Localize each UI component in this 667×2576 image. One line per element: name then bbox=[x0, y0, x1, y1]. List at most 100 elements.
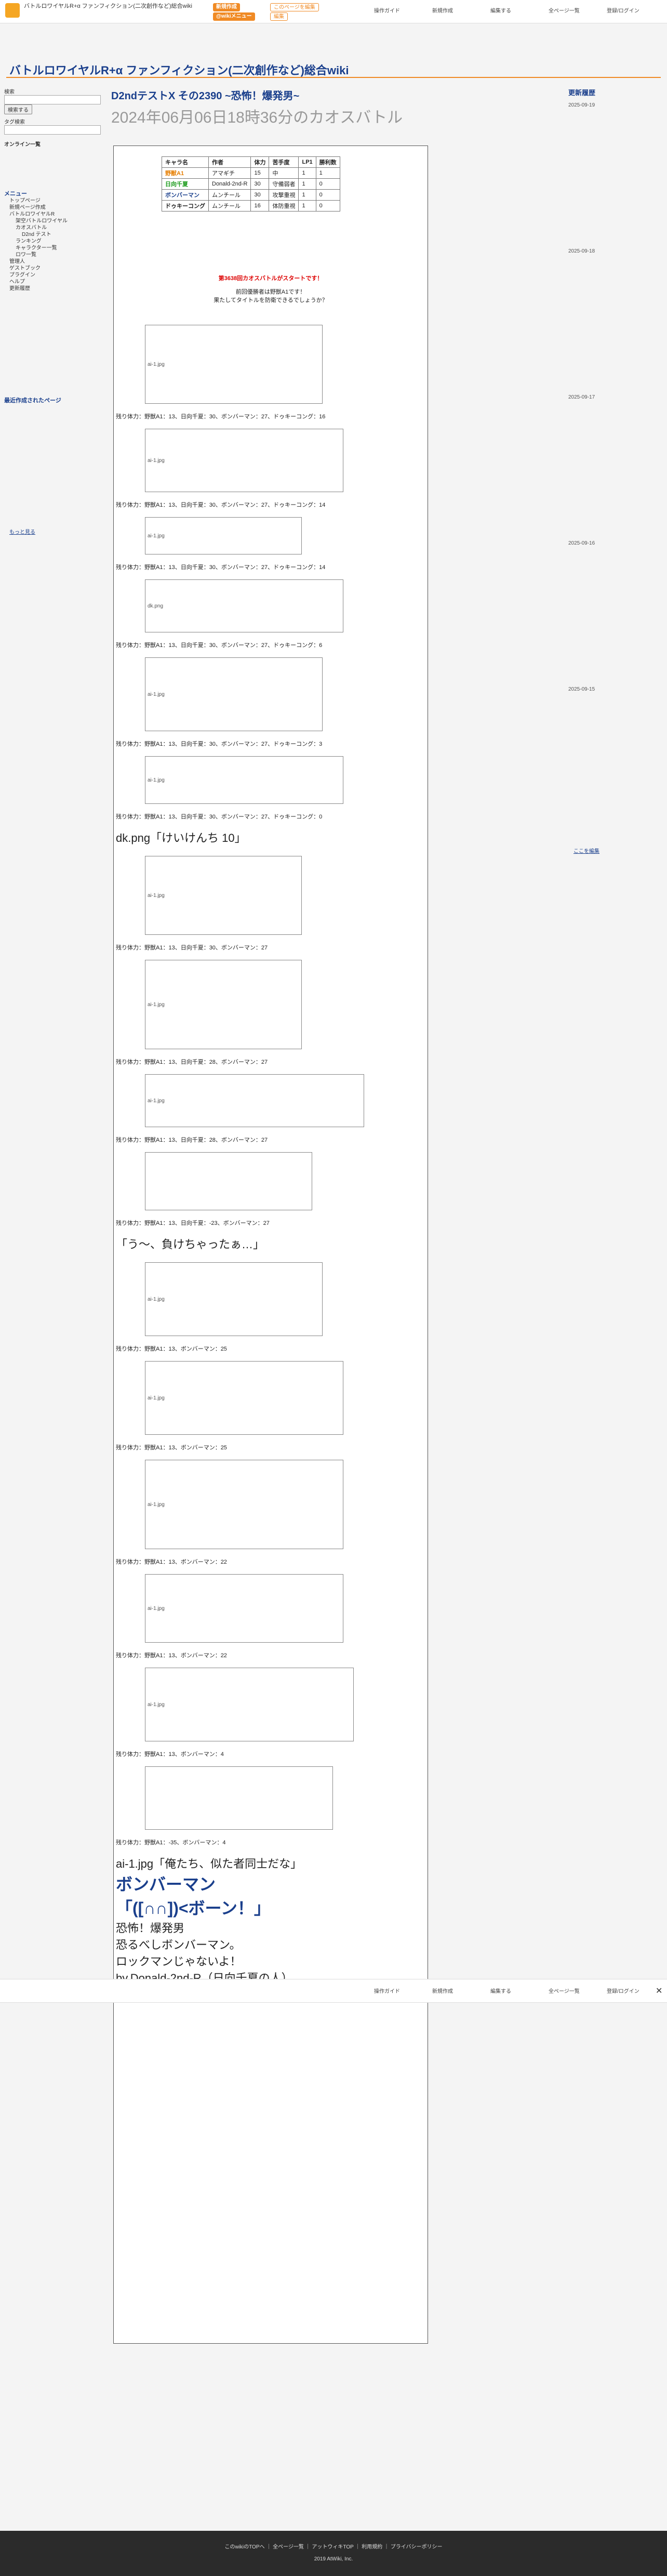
story-box: キャラ名 作者 体力 苦手度 LP1 勝利数 野獣A1 アマギチ 15 中 1 … bbox=[113, 146, 428, 2344]
status-line: 残り体力：野獣A1：13、日向千夏：30、ボンバーマン：27、ドゥキーコング：1… bbox=[116, 502, 326, 508]
login-link[interactable]: 登録/ログイン bbox=[607, 1987, 639, 1994]
edit-link[interactable]: 編集する bbox=[490, 1987, 511, 1994]
wiki-menu-button[interactable]: @wikiメニュー bbox=[213, 12, 255, 21]
status-line: 残り体力：野獣A1：13、ボンバーマン：4 bbox=[116, 1751, 224, 1758]
table-row: 日向千夏 Donald-2nd-R 30 守備弱者 1 0 bbox=[162, 178, 340, 190]
status-line: 残り体力：野獣A1：-35、ボンバーマン：4 bbox=[116, 1840, 226, 1846]
cell: 1 bbox=[298, 200, 316, 212]
status-line: 残り体力：野獣A1：13、日向千夏：30、ボンバーマン：27、ドゥキーコング：1… bbox=[116, 564, 326, 571]
chinatsu-line: 「う～、負けちゃったぁ…」 bbox=[116, 1238, 265, 1251]
status-line: 残り体力：野獣A1：13、ボンバーマン：22 bbox=[116, 1559, 227, 1565]
status-line: 残り体力：野獣A1：13、日向千夏：-23、ボンバーマン：27 bbox=[116, 1220, 270, 1226]
status-line: 残り体力：野獣A1：13、ボンバーマン：22 bbox=[116, 1653, 227, 1659]
avatar: ai-1.jpg bbox=[148, 691, 165, 697]
battle-panel: ai-1.jpg bbox=[145, 325, 323, 404]
history-date: 2025-09-15 bbox=[568, 686, 595, 692]
cell: ムンチール bbox=[208, 200, 251, 212]
story-date: 2024年06月06日18時36分のカオスバトル bbox=[111, 109, 403, 126]
status-line: 残り体力：野獣A1：13、ボンバーマン：25 bbox=[116, 1346, 227, 1352]
battle-panel: ai-1.jpg bbox=[145, 657, 323, 731]
history-date: 2025-09-19 bbox=[568, 102, 595, 108]
avatar: ai-1.jpg bbox=[148, 1501, 165, 1508]
col-header: 苦手度 bbox=[269, 156, 299, 168]
battle-panel: ai-1.jpg bbox=[145, 429, 343, 492]
menu-item[interactable]: プラグイン bbox=[9, 272, 102, 279]
login-link[interactable]: 登録/ログイン bbox=[607, 6, 639, 14]
avatar: ai-1.jpg bbox=[148, 777, 165, 783]
search-label: 検索 bbox=[4, 89, 15, 95]
cell: 日向千夏 bbox=[162, 178, 209, 190]
edit-here-link[interactable]: ここを編集 bbox=[573, 848, 662, 855]
new-link[interactable]: 新規作成 bbox=[432, 1987, 453, 1994]
edit-button[interactable]: 編集 bbox=[270, 12, 288, 21]
menu-item[interactable]: 新規ページ作成 bbox=[9, 204, 102, 211]
guide-link[interactable]: 操作ガイド bbox=[374, 1987, 400, 1994]
close-icon[interactable]: ✕ bbox=[656, 1986, 662, 1996]
menu-item[interactable]: 架空バトルロワイヤル bbox=[16, 218, 102, 224]
avatar: dk.png bbox=[148, 603, 164, 609]
cell: 30 bbox=[250, 178, 270, 190]
intro-line: 第3638回カオスバトルがスタートです！ bbox=[218, 275, 323, 282]
menu-item[interactable]: ロワ一覧 bbox=[16, 252, 102, 258]
status-line: 残り体力：野獣A1：13、ボンバーマン：25 bbox=[116, 1445, 227, 1451]
search-button[interactable]: 検索する bbox=[4, 104, 32, 114]
menu-item[interactable]: バトルロワイヤルR bbox=[9, 211, 102, 218]
online-list[interactable]: オンライン一覧 bbox=[4, 140, 102, 148]
final-line: ロックマンじゃないよ！ bbox=[116, 1955, 242, 1968]
battle-panel: ai-1.jpg bbox=[145, 1460, 343, 1549]
all-pages-link[interactable]: 全ページ一覧 bbox=[549, 6, 580, 14]
cell: 体防重視 bbox=[269, 200, 299, 212]
cell: アマギチ bbox=[208, 167, 251, 179]
tag-search-input[interactable] bbox=[4, 125, 101, 135]
menu-item[interactable]: トップページ bbox=[9, 197, 102, 204]
battle-panel bbox=[145, 1766, 333, 1830]
avatar: ai-1.jpg bbox=[148, 1001, 165, 1008]
atwiki-header: バトルロワイヤルR+α ファンフィクション(二次創作など)総合wiki 新規作成… bbox=[0, 0, 667, 23]
battle-panel bbox=[145, 1152, 312, 1210]
menu-item[interactable]: キャラクター一覧 bbox=[16, 245, 102, 252]
edit-link[interactable]: 編集する bbox=[490, 6, 511, 14]
avatar: ai-1.jpg bbox=[148, 361, 165, 367]
menu-item[interactable]: 更新履歴 bbox=[9, 285, 102, 292]
col-header: 勝利数 bbox=[315, 156, 340, 168]
guide-link[interactable]: 操作ガイド bbox=[374, 6, 400, 14]
footer-links[interactable]: このwikiのTOPへ ｜ 全ページ一覧 ｜ アットウィキTOP ｜ 利用規約 … bbox=[0, 2542, 667, 2550]
more-link[interactable]: もっと見る bbox=[9, 529, 102, 536]
table-row: ドゥキーコング ムンチール 16 体防重視 1 0 bbox=[162, 200, 340, 212]
cell: 1 bbox=[298, 178, 316, 190]
page-title[interactable]: バトルロワイヤルR+α ファンフィクション(二次創作など)総合wiki bbox=[9, 61, 349, 78]
edit-page-button[interactable]: このページを編集 bbox=[270, 3, 319, 11]
cell: 1 bbox=[298, 167, 316, 179]
right-sidebar: 更新履歴 2025-09-19 2025-09-18 2025-09-17 20… bbox=[568, 87, 662, 855]
roster-table: キャラ名 作者 体力 苦手度 LP1 勝利数 野獣A1 アマギチ 15 中 1 … bbox=[162, 156, 340, 212]
menu-item[interactable]: ゲストブック bbox=[9, 265, 102, 272]
final-line: 恐怖！爆発男 bbox=[116, 1922, 185, 1935]
all-pages-link[interactable]: 全ページ一覧 bbox=[549, 1987, 580, 1994]
new-page-button[interactable]: 新規作成 bbox=[213, 3, 240, 11]
avatar: ai-1.jpg bbox=[148, 1296, 165, 1302]
cell: Donald-2nd-R bbox=[208, 178, 251, 190]
intro-line: 前回優勝者は野獣A1です！ bbox=[235, 289, 306, 295]
final-line: 恐るべしボンバーマン。 bbox=[116, 1938, 241, 1951]
menu-item[interactable]: ヘルプ bbox=[9, 279, 102, 285]
menu-item[interactable]: ランキング bbox=[16, 238, 102, 245]
sticky-toolbar: 操作ガイド 新規作成 編集する 全ページ一覧 登録/ログイン ✕ bbox=[0, 1979, 667, 2003]
menu-item[interactable]: カオスバトル bbox=[16, 224, 102, 231]
search-input[interactable] bbox=[4, 95, 101, 104]
menu-item[interactable]: 管理人 bbox=[9, 258, 102, 265]
col-header: 作者 bbox=[208, 156, 251, 168]
new-link[interactable]: 新規作成 bbox=[432, 6, 453, 14]
battle-panel: ai-1.jpg bbox=[145, 856, 302, 935]
site-logo[interactable] bbox=[5, 3, 20, 18]
site-name[interactable]: バトルロワイヤルR+α ファンフィクション(二次創作など)総合wiki bbox=[24, 3, 201, 10]
final-line: ai-1.jpg「俺たち、似た者同士だな」 bbox=[116, 1857, 302, 1870]
cell: 0 bbox=[315, 200, 340, 212]
menu-item[interactable]: D2nd テスト bbox=[22, 231, 102, 238]
cell: 0 bbox=[315, 189, 340, 201]
battle-panel: ai-1.jpg bbox=[145, 1668, 354, 1741]
history-title: 更新履歴 bbox=[568, 89, 596, 97]
col-header: 体力 bbox=[250, 156, 270, 168]
avatar: ai-1.jpg bbox=[148, 1605, 165, 1611]
cell: 15 bbox=[250, 167, 270, 179]
status-line: 残り体力：野獣A1：13、日向千夏：30、ボンバーマン：27、ドゥキーコング：3 bbox=[116, 741, 323, 747]
